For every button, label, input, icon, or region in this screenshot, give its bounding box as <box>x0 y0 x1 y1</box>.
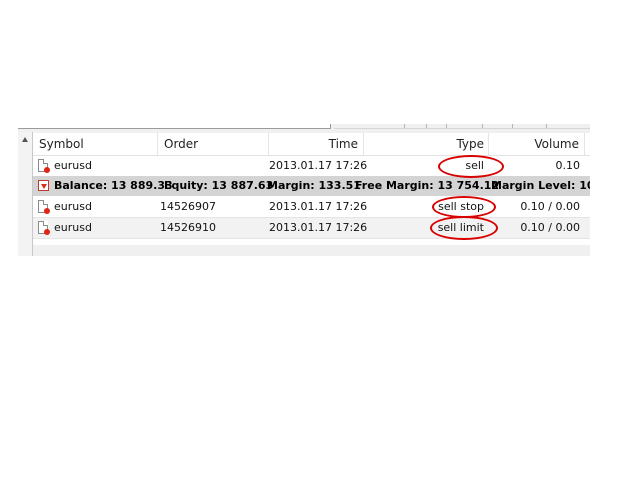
summary-balance: Balance: 13 889.33 <box>54 179 173 192</box>
top-header-strip <box>334 124 590 129</box>
trade-panel: Symbol Order Time Type Volume eurusd 201… <box>18 124 590 256</box>
table-header: Symbol Order Time Type Volume <box>33 133 590 156</box>
collapse-arrow-icon[interactable] <box>22 137 28 142</box>
cell-time: 2013.01.17 17:26 <box>269 159 368 172</box>
cell-time: 2013.01.17 17:26 <box>269 221 368 234</box>
cell-symbol: eurusd <box>54 159 92 172</box>
cell-symbol: eurusd <box>54 200 92 213</box>
cell-volume: 0.10 / 0.00 <box>520 221 580 234</box>
column-header-type[interactable]: Type <box>364 133 489 155</box>
annotation-ellipse <box>430 216 498 240</box>
column-header-volume[interactable]: Volume <box>489 133 585 155</box>
summary-free-margin: Free Margin: 13 754.12 <box>355 179 500 192</box>
column-header-order[interactable]: Order <box>158 133 269 155</box>
document-with-red-dot-icon <box>38 200 50 214</box>
trade-table: Symbol Order Time Type Volume eurusd 201… <box>33 133 590 245</box>
cell-order: 14526910 <box>160 221 216 234</box>
summary-margin: Margin: 133.51 <box>267 179 361 192</box>
document-with-red-dot-icon <box>38 221 50 235</box>
account-summary-row: Balance: 13 889.33 Equity: 13 887.63 Mar… <box>33 176 590 196</box>
top-scroll-strip[interactable] <box>18 124 331 129</box>
cell-order <box>160 156 269 176</box>
summary-margin-level: Margin Level: 10 40 <box>491 179 590 192</box>
cell-order: 14526907 <box>160 200 216 213</box>
column-header-time[interactable]: Time <box>269 133 364 155</box>
document-with-red-dot-icon <box>38 159 50 173</box>
table-row[interactable]: eurusd 14526910 2013.01.17 17:26 sell li… <box>33 218 590 239</box>
panel-sidebar <box>18 132 33 256</box>
column-header-symbol[interactable]: Symbol <box>33 133 158 155</box>
annotation-ellipse <box>432 196 496 218</box>
cell-time: 2013.01.17 17:26 <box>269 200 368 213</box>
table-row[interactable]: eurusd 14526907 2013.01.17 17:26 sell st… <box>33 197 590 218</box>
cell-symbol: eurusd <box>54 221 92 234</box>
summary-equity: Equity: 13 887.63 <box>164 179 274 192</box>
cell-volume: 0.10 / 0.00 <box>520 200 580 213</box>
table-row[interactable]: eurusd 2013.01.17 17:26 sell 0.10 <box>33 156 590 177</box>
annotation-ellipse <box>438 155 504 178</box>
red-down-arrow-icon <box>38 180 49 191</box>
